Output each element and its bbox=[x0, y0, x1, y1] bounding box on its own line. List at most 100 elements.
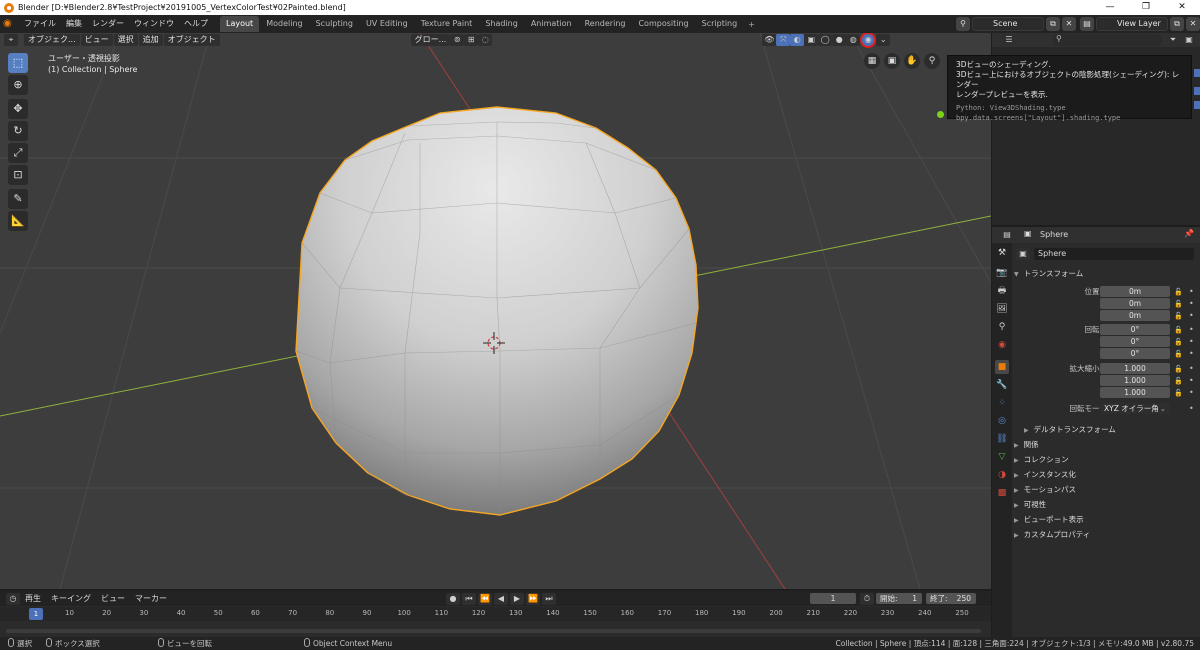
menu-help[interactable]: ヘルプ bbox=[179, 15, 213, 33]
object-name-field[interactable]: Sphere bbox=[1034, 248, 1194, 260]
close-button[interactable]: ✕ bbox=[1164, 0, 1200, 15]
view-layer-field[interactable]: View Layer bbox=[1096, 17, 1168, 31]
new-scene-icon[interactable]: ⧉ bbox=[1046, 17, 1060, 31]
pivot-point-icon[interactable]: ⊚ bbox=[450, 34, 465, 46]
viewport-menu-select[interactable]: 選択 bbox=[113, 34, 138, 46]
frame-cursor[interactable]: 1 bbox=[29, 608, 43, 620]
tab-texture-paint[interactable]: Texture Paint bbox=[415, 16, 479, 32]
start-frame-field[interactable]: 開始: 1 bbox=[876, 593, 922, 604]
material-preview-icon[interactable]: ◍ bbox=[846, 34, 861, 46]
end-frame-field[interactable]: 終了: 250 bbox=[926, 593, 976, 604]
tab-layout[interactable]: Layout bbox=[220, 16, 260, 32]
proportional-editing-icon[interactable]: ◌ bbox=[478, 34, 493, 46]
filter-icon[interactable]: ⏷ bbox=[1166, 34, 1180, 46]
menu-window[interactable]: ウィンドウ bbox=[129, 15, 179, 33]
keyframe-dot-icon[interactable]: • bbox=[1189, 363, 1194, 375]
current-frame-field[interactable]: 1 bbox=[810, 593, 856, 604]
editor-type-icon[interactable]: ⌖ bbox=[4, 34, 18, 46]
maximize-button[interactable]: ❐ bbox=[1128, 0, 1164, 15]
keyframe-dot-icon[interactable]: • bbox=[1189, 310, 1194, 322]
rotation-z-field[interactable]: 0° bbox=[1100, 348, 1170, 359]
keyframe-dot-icon[interactable]: • bbox=[1189, 324, 1194, 336]
pan-view-icon[interactable]: ✋ bbox=[904, 53, 920, 69]
view-layer-tab-icon[interactable]: 🖼 bbox=[995, 302, 1009, 316]
material-tab-icon[interactable]: ◑ bbox=[995, 468, 1009, 482]
motion-paths-panel[interactable]: ▶ モーションパス bbox=[1014, 483, 1194, 496]
tab-shading[interactable]: Shading bbox=[479, 16, 524, 32]
view-layer-selector-icon[interactable]: ▤ bbox=[1080, 17, 1094, 31]
pin-icon[interactable]: 📌 bbox=[1184, 229, 1194, 238]
move-tool[interactable]: ✥ bbox=[8, 99, 28, 119]
tool-tab-icon[interactable]: ⚒ bbox=[995, 246, 1009, 260]
object-data-type-icon[interactable]: ▣ bbox=[1016, 248, 1030, 260]
tab-modeling[interactable]: Modeling bbox=[260, 16, 308, 32]
render-tab-icon[interactable]: 📷 bbox=[995, 266, 1009, 280]
tab-uv-editing[interactable]: UV Editing bbox=[360, 16, 414, 32]
location-x-field[interactable]: 0m bbox=[1100, 286, 1170, 297]
object-data-tab-icon[interactable]: ▽ bbox=[995, 450, 1009, 464]
output-tab-icon[interactable]: 🖶 bbox=[995, 284, 1009, 298]
timeline-ruler[interactable]: 1102030405060708090100110120130140150160… bbox=[0, 607, 991, 621]
new-view-layer-icon[interactable]: ⧉ bbox=[1170, 17, 1184, 31]
keyframe-dot-icon[interactable]: • bbox=[1189, 387, 1194, 399]
menu-render[interactable]: レンダー bbox=[87, 15, 129, 33]
viewport-menu-add[interactable]: 追加 bbox=[138, 34, 163, 46]
viewport-menu-object[interactable]: オブジェクト bbox=[163, 34, 220, 46]
mode-selector[interactable]: オブジェク... bbox=[24, 34, 80, 46]
scale-z-field[interactable]: 1.000 bbox=[1100, 387, 1170, 398]
keyframe-dot-icon[interactable]: • bbox=[1189, 403, 1194, 415]
outliner-display-mode-icon[interactable]: ☰ bbox=[1002, 34, 1016, 46]
stopwatch-icon[interactable]: ⏱ bbox=[860, 593, 874, 605]
zoom-view-icon[interactable]: ⚲ bbox=[924, 53, 940, 69]
outliner-search-input[interactable]: ⚲ bbox=[1052, 34, 1162, 46]
overlay-toggle-icon[interactable]: ◐ bbox=[790, 34, 805, 46]
delete-view-layer-icon[interactable]: ✕ bbox=[1186, 17, 1200, 31]
timeline-editor-type-icon[interactable]: ◷ bbox=[6, 592, 20, 605]
keyframe-dot-icon[interactable]: • bbox=[1189, 336, 1194, 348]
instancing-panel[interactable]: ▶ インスタンス化 bbox=[1014, 468, 1194, 481]
keyframe-dot-icon[interactable]: • bbox=[1189, 286, 1194, 298]
lock-icon[interactable]: 🔓 bbox=[1174, 298, 1183, 310]
tab-sculpting[interactable]: Sculpting bbox=[310, 16, 359, 32]
next-keyframe-icon[interactable]: ⏩ bbox=[526, 593, 540, 605]
solid-shading-icon[interactable]: ● bbox=[832, 34, 847, 46]
menu-file[interactable]: ファイル bbox=[19, 15, 61, 33]
rotate-tool[interactable]: ↻ bbox=[8, 121, 28, 141]
modifier-tab-icon[interactable]: 🔧 bbox=[995, 378, 1009, 392]
rotation-y-field[interactable]: 0° bbox=[1100, 336, 1170, 347]
physics-tab-icon[interactable]: ◎ bbox=[995, 414, 1009, 428]
tab-scripting[interactable]: Scripting bbox=[696, 16, 744, 32]
tab-compositing[interactable]: Compositing bbox=[632, 16, 694, 32]
viewport-display-panel[interactable]: ▶ ビューポート表示 bbox=[1014, 513, 1194, 526]
transform-orientation-selector[interactable]: グロー... bbox=[410, 34, 451, 46]
delete-scene-icon[interactable]: ✕ bbox=[1062, 17, 1076, 31]
lock-icon[interactable]: 🔓 bbox=[1174, 375, 1183, 387]
xray-toggle-icon[interactable]: ▣ bbox=[804, 34, 819, 46]
prev-keyframe-icon[interactable]: ⏪ bbox=[478, 593, 492, 605]
rendered-shading-icon[interactable]: ◉ bbox=[860, 33, 877, 48]
transform-tool[interactable]: ⊡ bbox=[8, 165, 28, 185]
scale-x-field[interactable]: 1.000 bbox=[1100, 363, 1170, 374]
visibility-panel[interactable]: ▶ 可視性 bbox=[1014, 498, 1194, 511]
jump-end-icon[interactable]: ⏭ bbox=[542, 593, 556, 605]
location-z-field[interactable]: 0m bbox=[1100, 310, 1170, 321]
new-collection-icon[interactable]: ▣ bbox=[1182, 34, 1196, 46]
scene-name-field[interactable]: Scene bbox=[972, 17, 1044, 31]
keyframe-dot-icon[interactable]: • bbox=[1189, 375, 1194, 387]
add-workspace-button[interactable]: + bbox=[743, 20, 760, 29]
rotation-mode-dropdown[interactable]: XYZ オイラー角 ⌄ bbox=[1100, 403, 1170, 414]
jump-start-icon[interactable]: ⏮ bbox=[462, 593, 476, 605]
relations-panel[interactable]: ▶ 関係 bbox=[1014, 438, 1194, 451]
lock-icon[interactable]: 🔓 bbox=[1174, 310, 1183, 322]
blender-logo-icon[interactable]: ◉ bbox=[3, 18, 15, 30]
custom-properties-panel[interactable]: ▶ カスタムプロパティ bbox=[1014, 528, 1194, 541]
lock-icon[interactable]: 🔓 bbox=[1174, 387, 1183, 399]
lock-icon[interactable]: 🔓 bbox=[1174, 324, 1183, 336]
properties-editor[interactable]: ▤ ▣ Sphere 📌 ⚒ 📷 🖶 🖼 ⚲ ◉ ■ 🔧 ⁘ ◎ ⛓ ▽ ◑ ▩… bbox=[992, 227, 1200, 637]
tab-animation[interactable]: Animation bbox=[525, 16, 578, 32]
navigation-axis-dot[interactable] bbox=[937, 111, 944, 118]
measure-tool[interactable]: 📐 bbox=[8, 211, 28, 231]
play-icon[interactable]: ▶ bbox=[510, 593, 524, 605]
tab-rendering[interactable]: Rendering bbox=[579, 16, 632, 32]
world-tab-icon[interactable]: ◉ bbox=[995, 338, 1009, 352]
